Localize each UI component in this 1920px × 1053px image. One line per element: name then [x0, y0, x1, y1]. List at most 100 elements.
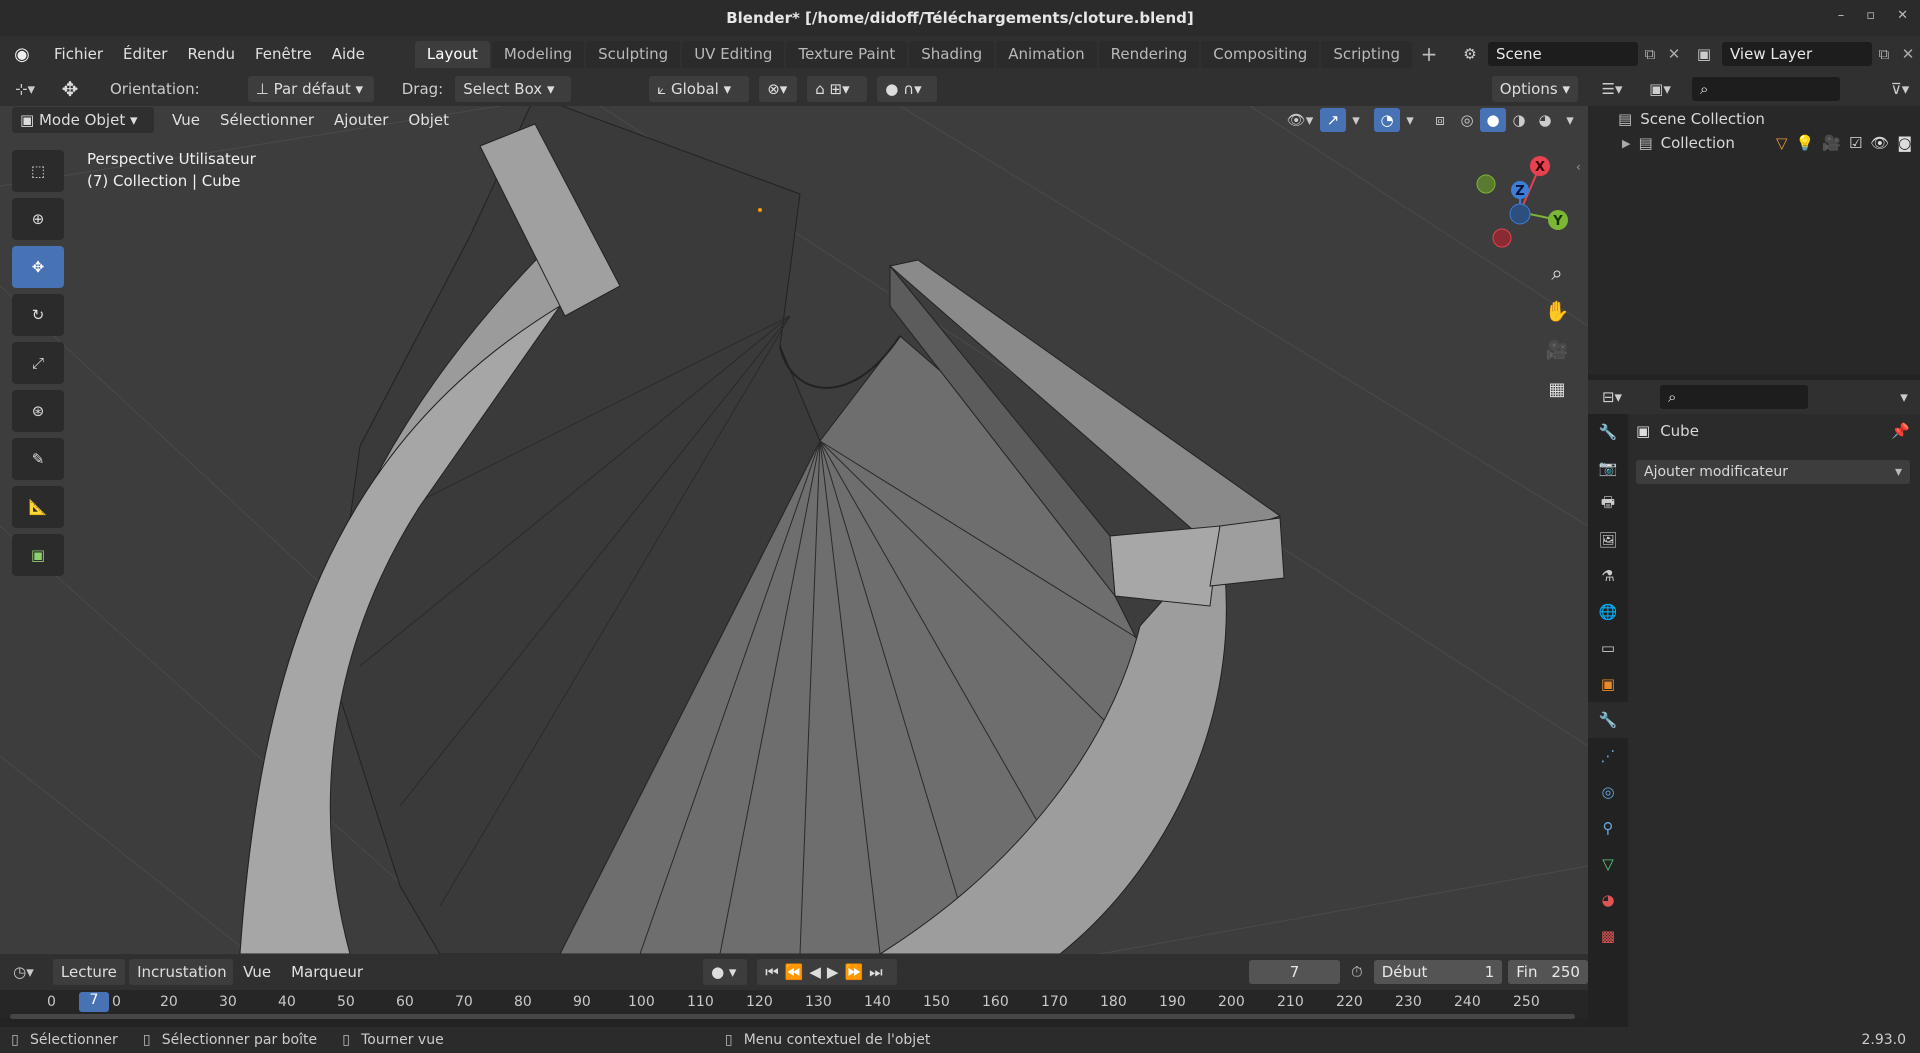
measure-tool-icon[interactable]: 📐	[12, 486, 64, 528]
timeline-editor-icon[interactable]: ◷▾	[0, 963, 47, 981]
view-menu-objet[interactable]: Objet	[398, 102, 459, 138]
timeline-menu-lecture[interactable]: Lecture ▾	[52, 959, 126, 1007]
camera-icon[interactable]: 🎥	[1822, 134, 1841, 152]
close-icon[interactable]: ✕	[1897, 8, 1908, 23]
exclude-checkbox-icon[interactable]: ☑	[1849, 134, 1862, 152]
proportional-edit-icon[interactable]: ● ∩▾	[877, 76, 938, 102]
filter-icon[interactable]: ⊽▾	[1880, 80, 1920, 98]
properties-options-icon[interactable]: ▾	[1888, 388, 1920, 406]
tab-layout[interactable]: Layout	[414, 40, 490, 68]
timeline-menu-vue[interactable]: Vue	[233, 954, 281, 990]
scene-icon[interactable]: ⚙	[1452, 45, 1488, 63]
end-frame-field[interactable]: Fin 250	[1508, 960, 1588, 984]
constraints-tab-icon[interactable]: ⚲	[1588, 810, 1628, 846]
tab-modeling[interactable]: Modeling	[491, 40, 585, 68]
overlay-toggle-icon[interactable]: ◔	[1374, 108, 1400, 132]
orientation-dropdown[interactable]: ⊥ Par défaut ▾	[247, 76, 374, 102]
rendered-shading-icon[interactable]: ◕	[1532, 111, 1558, 129]
modifier-tab-icon[interactable]: 🔧	[1588, 702, 1628, 738]
outliner-row-scene-collection[interactable]: ▤ Scene Collection	[1618, 110, 1765, 128]
scene-name-field[interactable]: Scene	[1488, 42, 1638, 66]
overlay-menu-icon[interactable]: ▾	[1400, 111, 1420, 129]
delete-scene-icon[interactable]: ✕	[1662, 45, 1686, 63]
render-camera-icon[interactable]: ◙	[1897, 134, 1912, 152]
solid-shading-icon[interactable]: ●	[1480, 108, 1506, 132]
gizmo-menu-icon[interactable]: ▾	[1346, 111, 1366, 129]
menu-editer[interactable]: Éditer	[113, 36, 177, 72]
particles-tab-icon[interactable]: ⋰	[1588, 738, 1628, 774]
timeline-menu-incrustation[interactable]: Incrustation ▾	[129, 959, 234, 1007]
tool-tab-icon[interactable]: 🔧	[1588, 414, 1628, 450]
transform-tool-icon[interactable]: ⊛	[12, 390, 64, 432]
hide-eye-icon[interactable]: 👁	[1870, 134, 1889, 152]
material-shading-icon[interactable]: ◑	[1506, 111, 1532, 129]
drag-dropdown[interactable]: Select Box ▾	[455, 76, 572, 102]
visibility-icon[interactable]: 👁▾	[1280, 111, 1320, 129]
maximize-icon[interactable]: ▫	[1866, 8, 1875, 23]
view-layer-field[interactable]: View Layer	[1722, 42, 1872, 66]
tab-uv-editing[interactable]: UV Editing	[682, 40, 785, 68]
light-icon[interactable]: 💡	[1796, 134, 1815, 152]
new-view-layer-icon[interactable]: ⧉	[1872, 45, 1896, 63]
render-tab-icon[interactable]: 📷	[1588, 450, 1628, 486]
timeline-scrollbar[interactable]	[10, 1014, 1575, 1019]
add-workspace-icon[interactable]: +	[1414, 42, 1444, 66]
new-scene-icon[interactable]: ⧉	[1638, 45, 1662, 63]
output-tab-icon[interactable]: 🖶	[1588, 486, 1628, 522]
object-filter-icon[interactable]: ▽	[1776, 134, 1788, 152]
tab-scripting[interactable]: Scripting	[1321, 40, 1413, 68]
add-cube-tool-icon[interactable]: ▣	[12, 534, 64, 576]
move-tool-button-icon[interactable]: ✥	[12, 246, 64, 288]
view-layer-icon[interactable]: ▣	[1686, 45, 1722, 63]
perspective-toggle-icon[interactable]: ▦	[1540, 372, 1574, 406]
autokey-icon[interactable]: ● ▾	[703, 959, 748, 985]
select-box-tool-icon[interactable]: ⬚	[12, 150, 64, 192]
preview-range-icon[interactable]: ⏱	[1340, 963, 1374, 981]
data-tab-icon[interactable]: ▽	[1588, 846, 1628, 882]
outliner-row-collection[interactable]: ▶ ▤ Collection ▽ 💡 🎥 ☑ 👁 ◙	[1622, 134, 1920, 152]
timeline-menu-marqueur[interactable]: Marqueur	[281, 954, 373, 990]
menu-aide[interactable]: Aide	[322, 36, 375, 72]
add-modifier-dropdown[interactable]: Ajouter modificateur ▾	[1636, 460, 1910, 484]
properties-search-input[interactable]: ⌕	[1660, 385, 1808, 409]
current-frame-field[interactable]: 7	[1248, 960, 1340, 984]
editor-type-icon[interactable]: ⊹▾	[0, 80, 50, 98]
display-mode-icon[interactable]: ▣▾	[1636, 80, 1684, 98]
texture-tab-icon[interactable]: ▩	[1588, 918, 1628, 954]
rotate-tool-icon[interactable]: ↻	[12, 294, 64, 336]
delete-view-layer-icon[interactable]: ✕	[1896, 45, 1920, 63]
view-menu-selectionner[interactable]: Sélectionner	[210, 102, 324, 138]
scene-tab-icon[interactable]: ⚗	[1588, 558, 1628, 594]
menu-fenetre[interactable]: Fenêtre	[245, 36, 322, 72]
3d-viewport[interactable]	[0, 106, 1588, 954]
view-layer-tab-icon[interactable]: 🖼	[1588, 522, 1628, 558]
annotate-tool-icon[interactable]: ✎	[12, 438, 64, 480]
mode-dropdown[interactable]: ▣ Mode Objet ▾	[12, 107, 154, 133]
tab-sculpting[interactable]: Sculpting	[586, 40, 681, 68]
outliner-editor-icon[interactable]: ☰▾	[1588, 80, 1636, 98]
object-tab-icon[interactable]: ▣	[1588, 666, 1628, 702]
transform-space-dropdown[interactable]: ⟀ Global ▾	[649, 76, 750, 102]
cursor-tool-icon[interactable]: ⊕	[12, 198, 64, 240]
view-menu-ajouter[interactable]: Ajouter	[324, 102, 398, 138]
tab-rendering[interactable]: Rendering	[1098, 40, 1200, 68]
xray-icon[interactable]: ⧈	[1426, 111, 1454, 129]
menu-rendu[interactable]: Rendu	[177, 36, 245, 72]
tab-shading[interactable]: Shading	[909, 40, 995, 68]
expand-arrow-icon[interactable]: ▶	[1622, 137, 1630, 150]
scale-tool-icon[interactable]: ⤢	[12, 342, 64, 384]
camera-view-icon[interactable]: 🎥	[1540, 333, 1574, 367]
playback-controls[interactable]: ⏮⏪◀▶⏩⏭	[757, 959, 897, 985]
properties-editor-icon[interactable]: ⊟▾	[1588, 388, 1636, 406]
world-tab-icon[interactable]: 🌐	[1588, 594, 1628, 630]
physics-tab-icon[interactable]: ◎	[1588, 774, 1628, 810]
pin-icon[interactable]: 📌	[1891, 422, 1910, 440]
wireframe-shading-icon[interactable]: ◎	[1454, 111, 1480, 129]
minimize-icon[interactable]: –	[1838, 8, 1845, 23]
blender-logo-icon[interactable]: ◉	[0, 44, 44, 65]
tab-animation[interactable]: Animation	[996, 40, 1097, 68]
view-menu-vue[interactable]: Vue	[162, 102, 210, 138]
tab-texture-paint[interactable]: Texture Paint	[786, 40, 908, 68]
menu-fichier[interactable]: Fichier	[44, 36, 113, 72]
collection-tab-icon[interactable]: ▭	[1588, 630, 1628, 666]
